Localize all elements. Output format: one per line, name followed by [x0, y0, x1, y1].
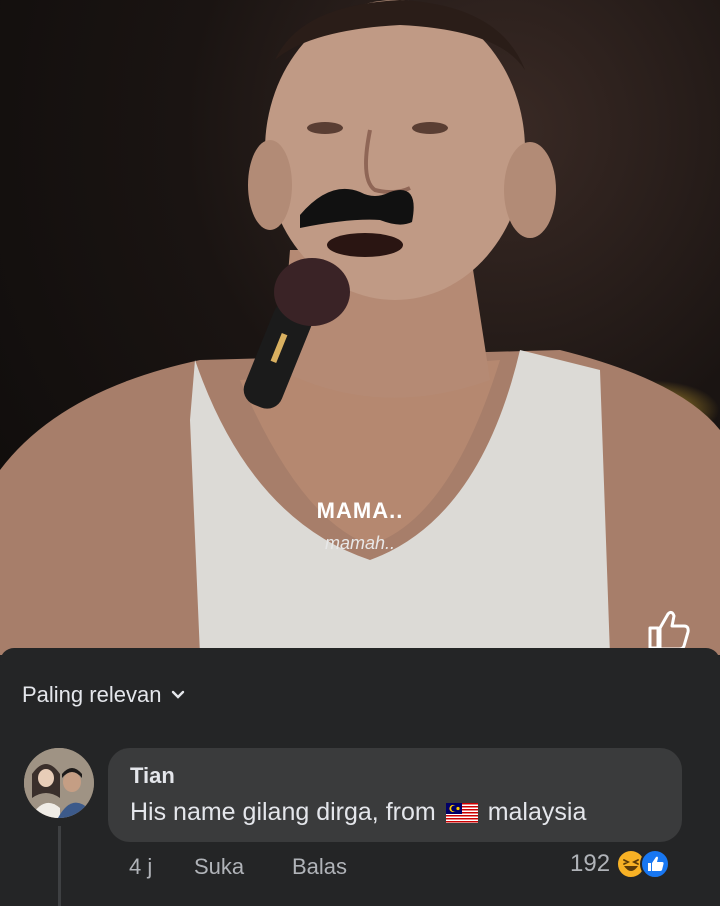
chevron-down-icon	[172, 690, 185, 699]
reply-link[interactable]: Balas	[292, 854, 347, 880]
sort-label: Paling relevan	[22, 682, 162, 707]
subtitle-translation: mamah..	[324, 533, 396, 553]
comment-text: His name gilang dirga, from malaysia	[130, 798, 586, 827]
avatar[interactable]	[24, 748, 94, 818]
comment-bubble[interactable]: Tian His name gilang dirga, from malaysi…	[108, 748, 682, 842]
comment-timestamp: 4 j	[129, 854, 153, 879]
like-link[interactable]: Suka	[194, 854, 244, 880]
comment-text-start: His name gilang dirga, from	[130, 798, 436, 826]
comments-panel: Paling relevan Tian His name gilang dirg…	[0, 648, 720, 906]
singer-image	[0, 0, 720, 655]
sort-dropdown[interactable]: Paling relevan	[22, 682, 185, 708]
avatar-image	[24, 748, 94, 818]
comment-author[interactable]: Tian	[130, 763, 175, 789]
thread-line	[58, 826, 61, 906]
thumbs-up-icon[interactable]	[644, 608, 692, 652]
reaction-count: 192	[570, 850, 611, 877]
reaction-summary[interactable]: 192	[570, 849, 671, 879]
comment-text-end: malaysia	[487, 798, 587, 826]
malaysia-flag-icon	[445, 802, 478, 823]
like-icon	[640, 849, 671, 879]
video-frame[interactable]: MAMA.. mamah..	[0, 0, 720, 655]
subtitle-main: MAMA..	[316, 498, 404, 523]
